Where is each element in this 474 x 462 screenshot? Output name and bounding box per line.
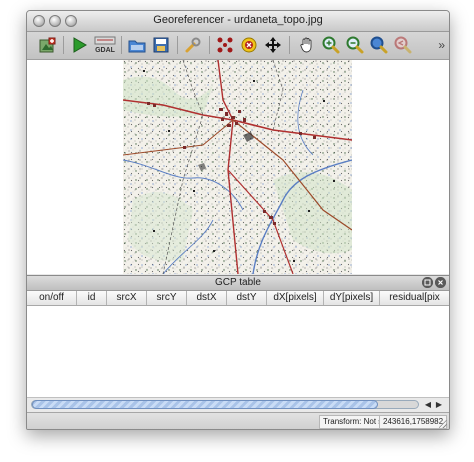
gcp-table[interactable]: on/off id srcX srcY dstX dstY dX[pixels]… bbox=[27, 291, 449, 405]
map-canvas[interactable] bbox=[27, 60, 449, 274]
delete-point-icon bbox=[241, 37, 257, 53]
start-georeferencing-button[interactable] bbox=[69, 35, 89, 55]
settings-wrench-icon bbox=[185, 37, 201, 53]
close-icon bbox=[435, 277, 446, 288]
scrollbar-thumb[interactable] bbox=[32, 400, 378, 409]
move-point-icon bbox=[265, 37, 281, 53]
scroll-left-arrow[interactable]: ◀ bbox=[423, 399, 433, 410]
generate-gdal-script-button[interactable]: GDAL bbox=[93, 35, 117, 55]
topographic-map-image bbox=[123, 60, 352, 274]
column-header-on-off[interactable]: on/off bbox=[27, 291, 77, 305]
open-raster-button[interactable] bbox=[37, 35, 57, 55]
status-bar: Transform: Not set 243616,1758982 bbox=[27, 412, 449, 429]
zoom-last-button[interactable] bbox=[393, 35, 413, 55]
open-raster-icon bbox=[39, 37, 56, 53]
pan-hand-icon bbox=[300, 37, 312, 53]
resize-grip[interactable] bbox=[439, 420, 447, 428]
scroll-right-arrow[interactable]: ▶ bbox=[434, 399, 444, 410]
gcp-table-header: on/off id srcX srcY dstX dstY dX[pixels]… bbox=[27, 291, 449, 306]
gdal-label: GDAL bbox=[95, 47, 116, 54]
panel-close-button[interactable] bbox=[435, 277, 446, 288]
save-gcp-points-button[interactable] bbox=[151, 35, 171, 55]
zoom-out-button[interactable] bbox=[345, 35, 365, 55]
zoom-last-icon bbox=[394, 36, 412, 54]
play-icon bbox=[73, 37, 87, 53]
move-gcp-point-button[interactable] bbox=[263, 35, 283, 55]
gcp-panel-title: GCP table bbox=[215, 277, 261, 288]
add-point-button[interactable] bbox=[215, 35, 235, 55]
load-gcp-points-button[interactable] bbox=[127, 35, 147, 55]
horizontal-scrollbar[interactable]: ◀ ▶ bbox=[27, 397, 449, 412]
column-header-dstx[interactable]: dstX bbox=[187, 291, 227, 305]
save-gcp-icon bbox=[153, 37, 169, 53]
column-header-srcx[interactable]: srcX bbox=[107, 291, 147, 305]
load-gcp-icon bbox=[128, 40, 146, 53]
coordinates-display: 243616,1758982 bbox=[379, 415, 448, 429]
pan-button[interactable] bbox=[297, 35, 317, 55]
zoom-in-icon bbox=[322, 36, 340, 54]
zoom-to-layer-icon bbox=[370, 36, 388, 54]
georeferencer-window: Georeferencer - urdaneta_topo.jpg GDAL »… bbox=[26, 10, 450, 430]
title-bar: Georeferencer - urdaneta_topo.jpg bbox=[27, 11, 449, 32]
transformation-settings-button[interactable] bbox=[183, 35, 203, 55]
gcp-panel-header: GCP table bbox=[27, 275, 449, 291]
window-title: Georeferencer - urdaneta_topo.jpg bbox=[153, 14, 323, 26]
add-point-icon bbox=[217, 37, 233, 53]
zoom-in-button[interactable] bbox=[321, 35, 341, 55]
delete-point-button[interactable] bbox=[239, 35, 259, 55]
column-header-dy-pixels[interactable]: dY[pixels] bbox=[324, 291, 380, 305]
zoom-to-layer-button[interactable] bbox=[369, 35, 389, 55]
toolbar: GDAL » bbox=[27, 32, 449, 60]
panel-float-button[interactable] bbox=[422, 277, 433, 288]
column-header-residual[interactable]: residual[pix bbox=[380, 291, 449, 305]
column-header-dsty[interactable]: dstY bbox=[227, 291, 267, 305]
column-header-id[interactable]: id bbox=[77, 291, 107, 305]
gdal-script-icon: GDAL bbox=[94, 36, 116, 54]
float-icon bbox=[422, 277, 433, 288]
column-header-dx-pixels[interactable]: dX[pixels] bbox=[267, 291, 324, 305]
toolbar-overflow-button[interactable]: » bbox=[438, 38, 445, 52]
column-header-srcy[interactable]: srcY bbox=[147, 291, 187, 305]
zoom-out-icon bbox=[346, 36, 364, 54]
